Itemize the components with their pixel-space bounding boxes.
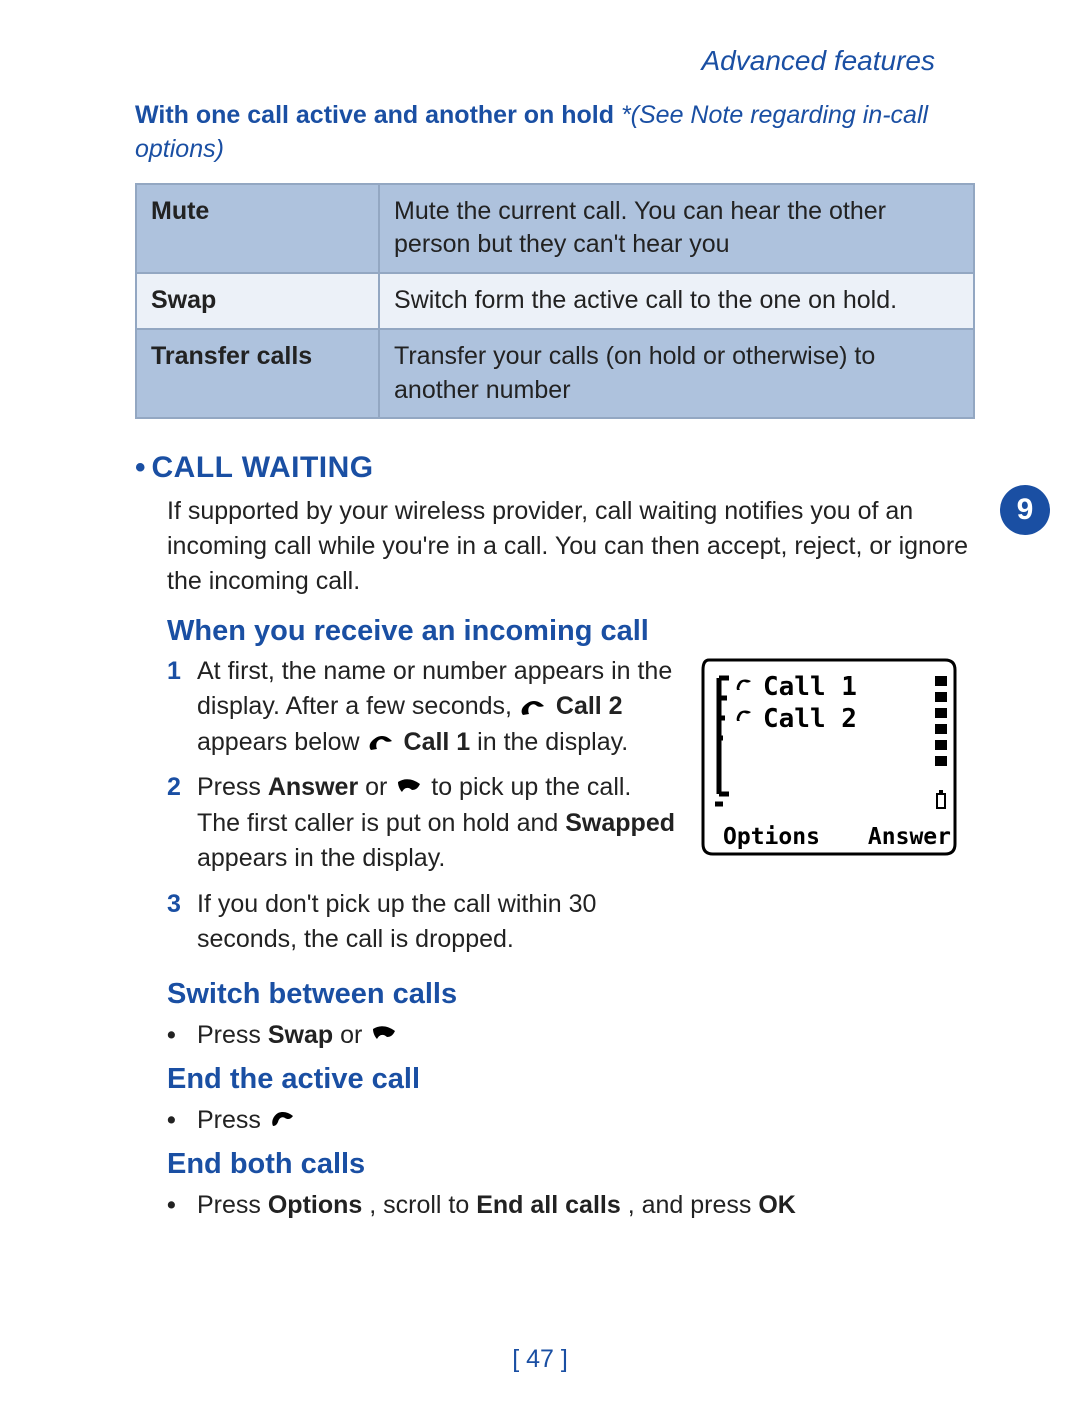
list-item: 3 If you don't pick up the call within 3… (167, 887, 677, 958)
bullet-icon: • (135, 451, 146, 486)
list-number: 3 (167, 887, 197, 923)
phone-softkey-left: Options (723, 824, 820, 850)
table-row: Transfer calls Transfer your calls (on h… (136, 329, 974, 419)
page: Advanced features With one call active a… (0, 0, 1080, 1412)
phone-screen-illustration: Call 1 Call 2 Options Answer (695, 654, 963, 860)
incoming-list: 1 At first, the name or number appears i… (167, 654, 677, 958)
end-both-heading: End both calls (167, 1148, 975, 1181)
list-number: 2 (167, 770, 197, 806)
text: to pick up the call. (431, 773, 631, 801)
table-cell-left: Swap (136, 273, 379, 329)
table-cell-right: Mute the current call. You can hear the … (379, 184, 974, 274)
list-number: 1 (167, 654, 197, 690)
switch-heading: Switch between calls (167, 978, 975, 1011)
phone-call2-label: Call 2 (763, 704, 857, 734)
call-waiting-section: • CALL WAITING If supported by your wire… (135, 451, 975, 599)
text: appears in the display. (197, 844, 445, 872)
text: The first caller is put on hold and (197, 809, 565, 837)
text: Press (197, 773, 268, 801)
phone-call1-label: Call 1 (763, 672, 857, 702)
text: , scroll to (369, 1191, 476, 1219)
text-bold: Swap (268, 1021, 333, 1049)
incoming-heading: When you receive an incoming call (167, 615, 975, 648)
intro-bold: With one call active and another on hold (135, 101, 614, 129)
section-paragraph: If supported by your wireless provider, … (167, 494, 975, 599)
bullet-icon: • (167, 1017, 197, 1053)
text: If you don't pick up the call within 30 … (197, 887, 677, 958)
text: in the display. (477, 728, 628, 756)
section-title: CALL WAITING (152, 451, 374, 485)
phone-active-icon (367, 730, 397, 756)
text-bold: Options (268, 1191, 362, 1219)
chapter-number: 9 (1017, 493, 1034, 527)
text-bold: End all calls (476, 1191, 621, 1219)
switch-list: • Press Swap or (167, 1017, 975, 1053)
text: , and press (628, 1191, 759, 1219)
chapter-badge: 9 (1000, 485, 1050, 535)
list-item: 1 At first, the name or number appears i… (167, 654, 677, 761)
list-item: • Press Options , scroll to End all call… (167, 1187, 975, 1223)
end-both-list: • Press Options , scroll to End all call… (167, 1187, 975, 1223)
list-item: • Press Swap or (167, 1017, 975, 1053)
table-cell-left: Transfer calls (136, 329, 379, 419)
bullet-icon: • (167, 1187, 197, 1223)
table-row: Mute Mute the current call. You can hear… (136, 184, 974, 274)
talk-key-icon (369, 1023, 399, 1049)
text: or (365, 773, 394, 801)
table-cell-right: Switch form the active call to the one o… (379, 273, 974, 329)
text-bold: OK (758, 1191, 796, 1219)
intro-line: With one call active and another on hold… (135, 99, 975, 167)
list-item: 2 Press Answer or to pick up the call. T… (167, 770, 677, 877)
text-bold: Swapped (565, 809, 675, 837)
list-item: • Press (167, 1102, 975, 1138)
page-number: [ 47 ] (0, 1345, 1080, 1374)
end-key-icon (268, 1108, 298, 1134)
text-bold: Call 1 (404, 728, 471, 756)
end-active-heading: End the active call (167, 1063, 975, 1096)
incoming-block: 1 At first, the name or number appears i… (135, 654, 975, 968)
phone-active-icon (735, 676, 757, 694)
text: or (340, 1021, 369, 1049)
text: Press (197, 1106, 268, 1134)
phone-softkey-right: Answer (868, 824, 951, 850)
text: Press (197, 1191, 268, 1219)
table-cell-right: Transfer your calls (on hold or otherwis… (379, 329, 974, 419)
talk-key-icon (394, 776, 424, 802)
phone-active-icon (519, 695, 549, 721)
text: Press (197, 1021, 268, 1049)
table-cell-left: Mute (136, 184, 379, 274)
bullet-icon: • (167, 1102, 197, 1138)
text-bold: Call 2 (556, 692, 623, 720)
options-table: Mute Mute the current call. You can hear… (135, 183, 975, 420)
section-heading: • CALL WAITING (135, 451, 975, 486)
text-bold: Answer (268, 773, 358, 801)
phone-active-icon (735, 707, 757, 725)
table-row: Swap Switch form the active call to the … (136, 273, 974, 329)
header-section: Advanced features (135, 45, 935, 77)
end-active-list: • Press (167, 1102, 975, 1138)
text: appears below (197, 728, 367, 756)
